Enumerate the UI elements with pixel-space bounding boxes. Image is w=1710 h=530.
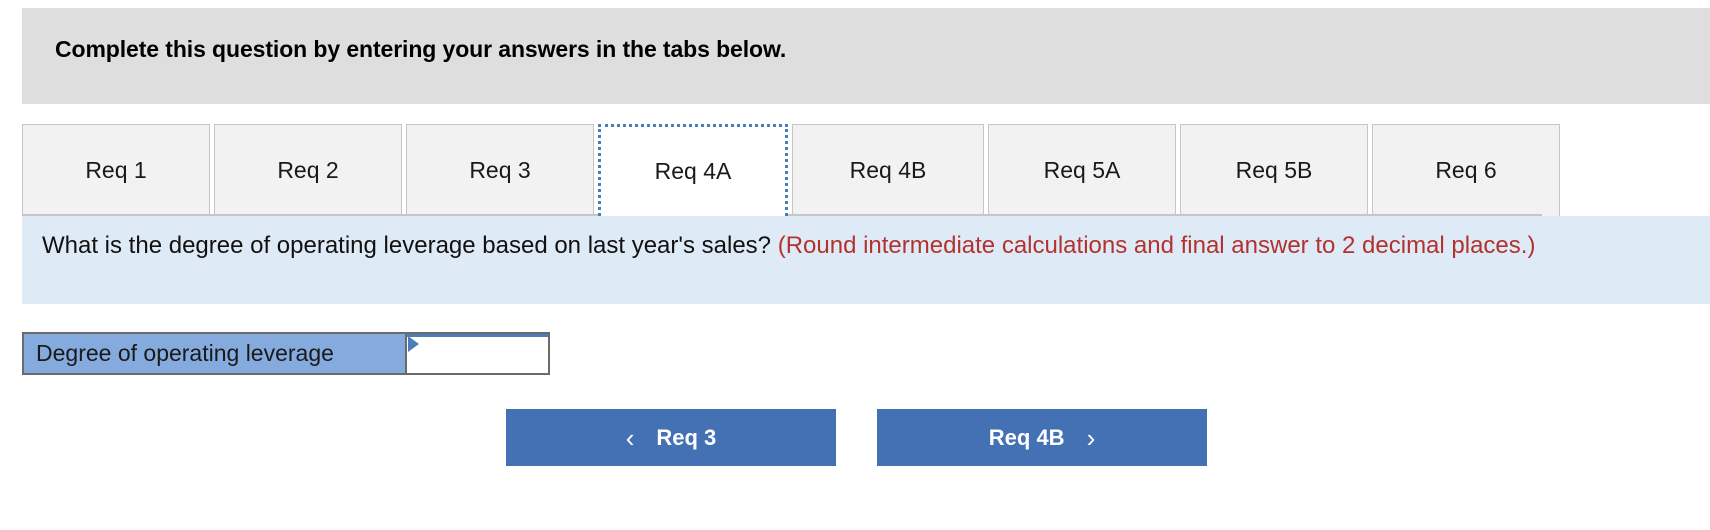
tab-label: Req 6 bbox=[1435, 157, 1497, 183]
degree-of-operating-leverage-input[interactable] bbox=[407, 334, 548, 373]
tab-req-1[interactable]: Req 1 bbox=[22, 124, 210, 216]
requirement-tabs: Req 1 Req 2 Req 3 Req 4A Req 4B Req 5A R… bbox=[22, 124, 1564, 220]
answer-row: Degree of operating leverage bbox=[22, 332, 550, 375]
instruction-banner: Complete this question by entering your … bbox=[22, 8, 1710, 104]
next-button-label: Req 4B bbox=[988, 424, 1065, 450]
tab-req-6[interactable]: Req 6 bbox=[1372, 124, 1560, 216]
question-prompt: What is the degree of operating leverage… bbox=[42, 232, 778, 259]
prev-button-label: Req 3 bbox=[656, 424, 717, 450]
tab-label: Req 5B bbox=[1235, 157, 1313, 183]
tab-label: Req 1 bbox=[85, 157, 147, 183]
answer-label-text: Degree of operating leverage bbox=[36, 340, 334, 366]
tab-req-5b[interactable]: Req 5B bbox=[1180, 124, 1368, 216]
chevron-right-icon: › bbox=[1086, 422, 1096, 453]
question-banner: What is the degree of operating leverage… bbox=[22, 216, 1710, 304]
answer-label-cell: Degree of operating leverage bbox=[22, 332, 407, 375]
tab-req-5a[interactable]: Req 5A bbox=[988, 124, 1176, 216]
tab-req-4a[interactable]: Req 4A bbox=[598, 124, 788, 216]
tab-req-4b[interactable]: Req 4B bbox=[792, 124, 984, 216]
tab-label: Req 3 bbox=[469, 157, 531, 183]
navigation-buttons: ‹ Req 3 Req 4B › bbox=[506, 409, 1207, 466]
tab-label: Req 2 bbox=[277, 157, 339, 183]
tab-label: Req 5A bbox=[1043, 157, 1121, 183]
answer-input-cell[interactable] bbox=[407, 332, 550, 375]
tab-label: Req 4B bbox=[849, 157, 927, 183]
next-req-4b-button[interactable]: Req 4B › bbox=[877, 409, 1207, 466]
instruction-text: Complete this question by entering your … bbox=[55, 36, 787, 62]
tab-req-3[interactable]: Req 3 bbox=[406, 124, 594, 216]
tab-req-2[interactable]: Req 2 bbox=[214, 124, 402, 216]
question-text: What is the degree of operating leverage… bbox=[42, 229, 1690, 262]
chevron-left-icon: ‹ bbox=[625, 422, 635, 453]
question-rounding-note: (Round intermediate calculations and fin… bbox=[777, 232, 1536, 259]
tab-label: Req 4A bbox=[654, 158, 732, 184]
prev-req-3-button[interactable]: ‹ Req 3 bbox=[506, 409, 836, 466]
